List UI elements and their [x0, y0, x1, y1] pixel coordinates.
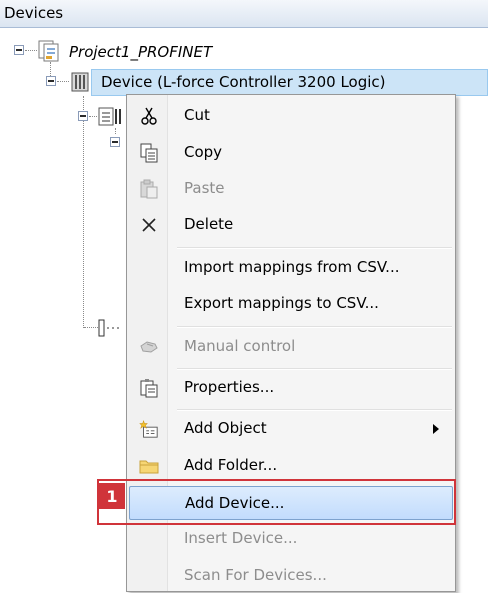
menu-item-label: Add Object [184, 419, 267, 437]
tree-connector [57, 81, 69, 82]
menu-item-manual-control[interactable]: Manual control [129, 330, 453, 364]
menu-item-label: Copy [184, 143, 223, 161]
menu-item-label: Delete [184, 215, 234, 233]
callout-step-number: 1 [99, 483, 125, 509]
menu-separator [177, 326, 452, 328]
tree-item-project[interactable]: Project1_PROFINET [69, 43, 212, 61]
panel-title: Devices [4, 4, 64, 22]
project-icon [38, 40, 59, 62]
menu-item-label: Manual control [184, 337, 296, 355]
menu-item-add-folder[interactable]: Add Folder... [129, 449, 453, 483]
menu-item-properties[interactable]: Properties... [129, 371, 453, 405]
subchild-collapse-toggle[interactable] [110, 137, 120, 147]
tree-connector [115, 128, 116, 134]
devices-panel-header: Devices [0, 0, 488, 28]
child-collapse-toggle[interactable] [78, 111, 88, 121]
menu-separator [177, 368, 452, 370]
menu-item-export-mappings[interactable]: Export mappings to CSV... [129, 287, 453, 321]
menu-item-label: Cut [184, 106, 210, 124]
bus-icon [98, 319, 119, 337]
menu-separator [177, 247, 452, 249]
menu-item-cut[interactable]: Cut [129, 99, 453, 133]
add-object-icon [139, 419, 159, 439]
tree-connector [89, 116, 97, 117]
project-collapse-toggle[interactable] [14, 45, 24, 55]
menu-item-label: Export mappings to CSV... [184, 294, 379, 312]
menu-item-add-object[interactable]: Add Object [129, 412, 453, 446]
device-icon [71, 72, 89, 92]
device-collapse-toggle[interactable] [46, 76, 56, 86]
menu-item-scan-for-devices[interactable]: Scan For Devices... [129, 559, 453, 593]
callout-highlight-frame [97, 479, 456, 525]
menu-separator [177, 409, 452, 411]
menu-item-label: Scan For Devices... [184, 566, 327, 584]
menu-item-import-mappings[interactable]: Import mappings from CSV... [129, 251, 453, 285]
delete-icon [139, 215, 159, 235]
menu-item-copy[interactable]: Copy [129, 136, 453, 170]
tree-item-device-label: Device (L-force Controller 3200 Logic) [101, 73, 386, 91]
menu-item-label: Paste [184, 179, 225, 197]
tree-connector [25, 50, 37, 51]
folder-icon [139, 456, 159, 476]
menu-item-label: Properties... [184, 378, 275, 396]
tree-connector [83, 96, 84, 328]
properties-icon [139, 378, 159, 398]
menu-item-paste[interactable]: Paste [129, 172, 453, 206]
menu-item-delete[interactable]: Delete [129, 208, 453, 242]
copy-icon [139, 143, 159, 163]
manual-control-icon [139, 337, 159, 357]
menu-item-label: Insert Device... [184, 529, 298, 547]
menu-item-label: Add Folder... [184, 456, 278, 474]
scissors-icon [139, 106, 159, 126]
menu-item-insert-device[interactable]: Insert Device... [129, 522, 453, 556]
plc-logic-icon [98, 107, 121, 126]
tree-connector [84, 327, 98, 328]
paste-icon [139, 179, 159, 199]
submenu-arrow-icon [433, 424, 439, 434]
menu-item-label: Import mappings from CSV... [184, 258, 400, 276]
